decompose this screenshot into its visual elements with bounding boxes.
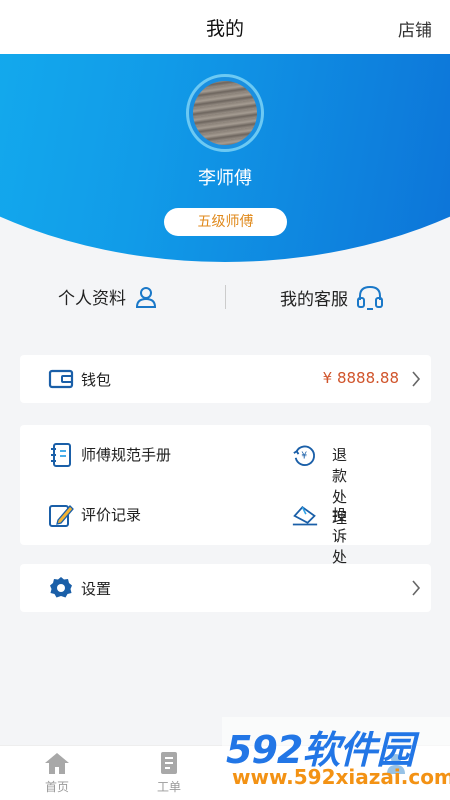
headset-icon (357, 285, 383, 310)
top-bar: 我的 店铺 (0, 0, 450, 54)
profile-header: 李师傅 五级师傅 (0, 54, 450, 262)
wallet-icon (48, 366, 74, 392)
wallet-row[interactable]: 钱包 ¥ 8888.88 (20, 355, 431, 403)
user-icon (135, 286, 157, 308)
profile-info-button[interactable]: 个人资料 (58, 284, 158, 309)
watermark: 592软件园 www.592xiazai.com (222, 717, 450, 800)
avatar (193, 81, 257, 145)
watermark-url: www.592xiazai.com (232, 765, 450, 789)
page-title: 我的 (205, 18, 244, 40)
gear-icon (48, 575, 74, 601)
chevron-right-icon (412, 371, 421, 387)
wallet-label: 钱包 (81, 371, 112, 389)
shop-link[interactable]: 店铺 (398, 16, 432, 41)
chevron-right-icon (412, 580, 421, 596)
quick-actions: 个人资料 我的客服 (0, 270, 450, 326)
refund-item[interactable]: ¥ 退款处理 (20, 425, 347, 527)
services-grid: 师傅规范手册 ¥ 退款处理 评价记录 投诉处理 (20, 425, 431, 587)
home-icon (27, 750, 87, 776)
complaint-icon (292, 502, 318, 528)
customer-service-label: 我的客服 (280, 289, 348, 310)
profile-info-label: 个人资料 (58, 289, 126, 309)
document-icon (139, 750, 199, 776)
complaints-item[interactable]: 投诉处理 (20, 485, 347, 587)
wallet-balance: ¥ 8888.88 (322, 369, 399, 387)
customer-service-button[interactable]: 我的客服 (280, 284, 384, 310)
settings-label: 设置 (81, 580, 112, 598)
tab-orders[interactable]: 工单 (139, 750, 199, 795)
avatar-ring[interactable] (186, 74, 264, 152)
tab-home-label: 首页 (44, 780, 69, 794)
divider (225, 285, 226, 309)
tab-home[interactable]: 首页 (27, 750, 87, 795)
svg-text:¥: ¥ (301, 451, 307, 462)
tab-orders-label: 工单 (156, 780, 181, 794)
level-badge: 五级师傅 (164, 208, 287, 236)
refund-icon: ¥ (292, 442, 318, 468)
settings-row[interactable]: 设置 (20, 564, 431, 612)
user-name: 李师傅 (198, 168, 252, 189)
